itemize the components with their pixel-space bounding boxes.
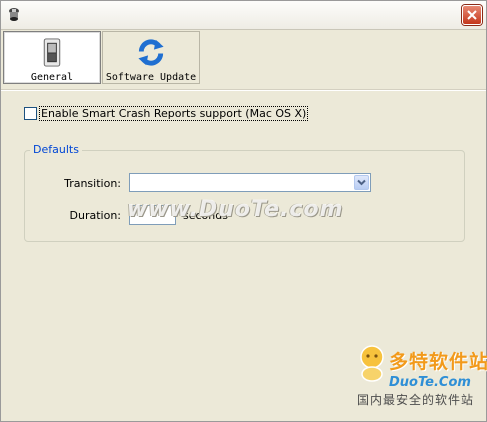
preferences-window: General Software Update Enable Smart Cra… <box>0 0 487 422</box>
crash-reports-checkbox[interactable] <box>24 106 37 120</box>
tab-general-label: General <box>30 72 74 83</box>
tab-general[interactable]: General <box>3 31 101 84</box>
defaults-group-title: Defaults <box>30 143 82 156</box>
transition-select[interactable] <box>129 173 371 192</box>
duration-units: seconds <box>183 209 228 222</box>
defaults-group: Defaults <box>24 143 465 242</box>
close-button[interactable] <box>462 5 482 25</box>
title-bar <box>1 1 486 30</box>
transition-label: Transition: <box>64 177 121 190</box>
brand-site: DuoTe.Com <box>389 375 471 390</box>
switch-icon <box>43 38 61 67</box>
duration-input[interactable] <box>129 205 176 225</box>
toolbar-separator <box>1 89 486 91</box>
refresh-icon <box>138 39 164 66</box>
brand-slogan: 国内最安全的软件站 <box>357 393 475 407</box>
app-icon <box>9 8 19 21</box>
brand-name: 多特软件站 <box>389 351 487 373</box>
transition-dropdown-button[interactable] <box>354 175 369 190</box>
tab-software-update-label: Software Update <box>105 72 197 83</box>
brand-logo: 多特软件站 DuoTe.Com 国内最安全的软件站 <box>353 341 487 411</box>
mascot-icon <box>360 345 384 382</box>
crash-reports-option[interactable]: Enable Smart Crash Reports support (Mac … <box>24 105 309 121</box>
preferences-toolbar: General Software Update <box>3 31 201 87</box>
chevron-down-icon <box>357 179 366 186</box>
duration-label: Duration: <box>69 209 121 222</box>
close-icon <box>467 10 477 20</box>
tab-software-update[interactable]: Software Update <box>102 31 200 84</box>
crash-reports-label[interactable]: Enable Smart Crash Reports support (Mac … <box>39 105 309 121</box>
